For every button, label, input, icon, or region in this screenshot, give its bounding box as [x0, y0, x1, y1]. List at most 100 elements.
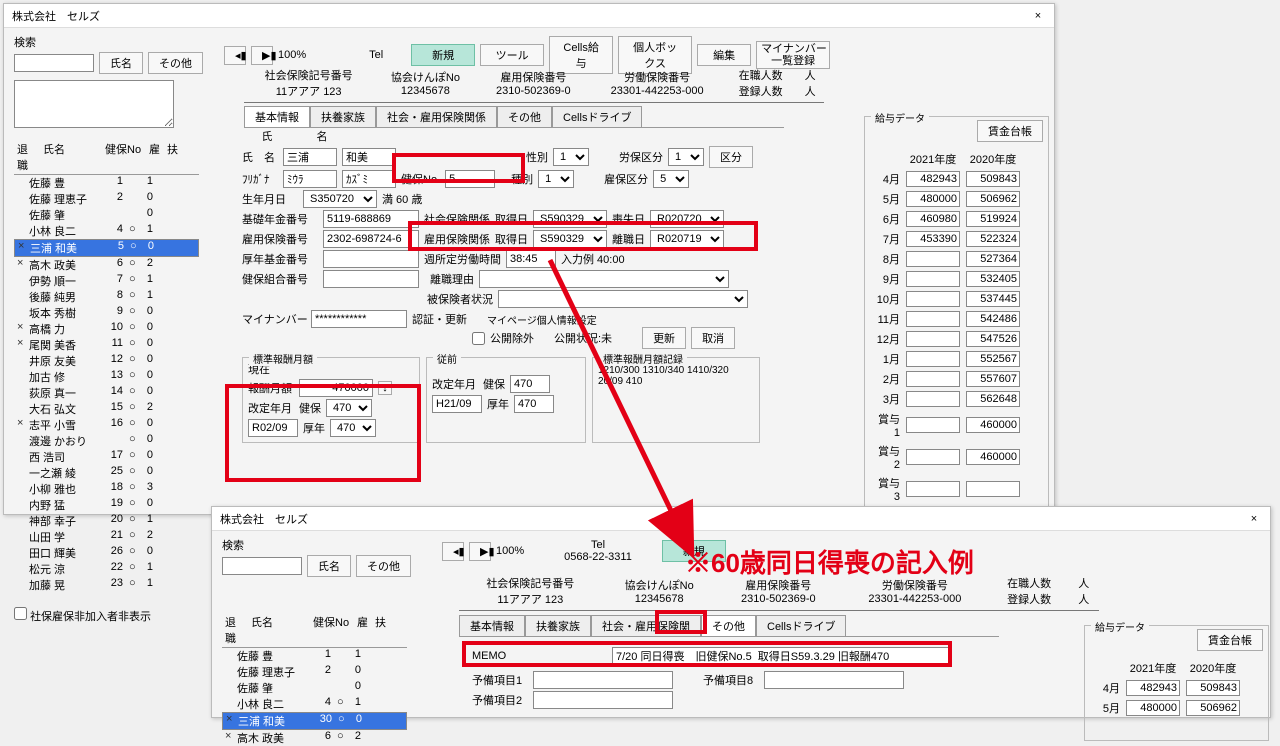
- tab-other[interactable]: その他: [497, 106, 552, 127]
- hist-lbl: 標準報酬月額記録: [599, 351, 687, 366]
- koho2-get-lbl: 取得日: [495, 231, 528, 247]
- hdr-c2l: 協会けんぽNo: [378, 69, 472, 85]
- pay-grid: 2021年度2020年度 4月5月6月7月8月9月10月11月12月1月2月3月…: [870, 148, 1024, 506]
- hdr-c1v: 11アアア 123: [249, 83, 368, 99]
- search-panel: 検索 氏名 その他: [14, 34, 214, 131]
- wageledger-btn[interactable]: 賃金台帳: [977, 120, 1043, 142]
- roho-lbl: 労保区分: [619, 149, 663, 165]
- hide-nonenrolled-lbl: 社保雇保非加入者非表示: [30, 611, 151, 623]
- search-other-btn-2[interactable]: その他: [356, 555, 411, 577]
- nav2-prev[interactable]: ▶▮: [469, 542, 491, 561]
- col-kenpo: 健保No: [102, 140, 146, 174]
- koho-sel[interactable]: 5: [653, 170, 689, 188]
- shaho-get[interactable]: S590329: [533, 210, 607, 228]
- search-name-btn-2[interactable]: 氏名: [307, 555, 351, 577]
- search-input[interactable]: [14, 54, 94, 72]
- cancel-btn[interactable]: 取消: [691, 327, 735, 349]
- employee-list-body-2[interactable]: 佐藤 豊11佐藤 理恵子20佐藤 肇0小林 良二4○1×三浦 和美30○0×高木…: [222, 648, 407, 746]
- tab-basic-2[interactable]: 基本情報: [459, 615, 525, 636]
- birth-input[interactable]: S350720: [303, 190, 377, 208]
- pkosen-v[interactable]: [514, 395, 554, 413]
- gkk-step[interactable]: ↓: [378, 381, 392, 395]
- hdr-c3l: 雇用保険番号: [483, 69, 585, 85]
- tel-label: Tel: [346, 49, 406, 61]
- pkenpo-v[interactable]: [510, 375, 550, 393]
- col-ret: 退職: [14, 140, 40, 174]
- tel-val-2: 0568-22-3311: [564, 551, 632, 563]
- tab-social[interactable]: 社会・雇用保険関係: [376, 106, 497, 127]
- roho-sel[interactable]: 1: [668, 148, 704, 166]
- hours-input[interactable]: [506, 250, 556, 268]
- kubun-btn[interactable]: 区分: [709, 146, 753, 168]
- hdr-c5l2: 登録人数: [730, 83, 791, 99]
- syubetsu-lbl: 種別: [511, 171, 533, 187]
- koyo-lbl: 雇用保険番号: [242, 231, 318, 247]
- mei-input[interactable]: [342, 148, 396, 166]
- tool-btn[interactable]: ツール: [480, 44, 544, 66]
- close-icon-2[interactable]: ×: [1246, 513, 1262, 525]
- hours-ex: 入力例 40:00: [561, 251, 625, 267]
- nav2-prevf[interactable]: ◂▮: [442, 542, 464, 561]
- search-input-2[interactable]: [222, 557, 302, 575]
- nav-prev[interactable]: ▶▮: [251, 46, 273, 65]
- kiso-input[interactable]: [323, 210, 419, 228]
- p1-lbl: 予備項目1: [472, 672, 528, 688]
- exclude-chk[interactable]: [472, 332, 485, 345]
- p1-input[interactable]: [533, 671, 673, 689]
- col-emp: 雇: [146, 140, 164, 174]
- seibetsu-sel[interactable]: 1: [553, 148, 589, 166]
- kosen-sel[interactable]: 470: [330, 419, 376, 437]
- sei-input[interactable]: [283, 148, 337, 166]
- tab-dependents-2[interactable]: 扶養家族: [525, 615, 591, 636]
- app-title-2: 株式会社 セルズ: [220, 511, 308, 527]
- kana-lbl: ﾌﾘｶﾞﾅ: [242, 171, 278, 187]
- p8-input[interactable]: [764, 671, 904, 689]
- search-memo[interactable]: [14, 80, 174, 128]
- tab-drive[interactable]: Cellsドライブ: [552, 106, 642, 127]
- syubetsu-sel[interactable]: 1: [538, 170, 574, 188]
- kana1-input[interactable]: [283, 170, 337, 188]
- tab-other-2[interactable]: その他: [701, 615, 756, 636]
- shaho-lose[interactable]: R020720: [650, 210, 724, 228]
- kenpo-slbl: 健保: [299, 400, 321, 416]
- update-btn[interactable]: 更新: [642, 327, 686, 349]
- search-other-btn[interactable]: その他: [148, 52, 203, 74]
- pay-title: 給与データ: [871, 110, 929, 125]
- mynumber-btn[interactable]: マイナンバー 一覧登録: [756, 41, 830, 69]
- nav-prev-far[interactable]: ◂▮: [224, 46, 246, 65]
- koho2-leave[interactable]: R020719: [650, 230, 724, 248]
- titlebar-1: 株式会社 セルズ ×: [4, 4, 1054, 28]
- kenpo-input[interactable]: [445, 170, 495, 188]
- search-name-btn[interactable]: 氏名: [99, 52, 143, 74]
- kosen-input[interactable]: [323, 250, 419, 268]
- sal-hist-group: 標準報酬月額記録 1210/300 1310/340 1410/320 20/0…: [592, 357, 760, 443]
- gkk-input[interactable]: [299, 379, 373, 397]
- kenkumi-input[interactable]: [323, 270, 419, 288]
- kana2-input[interactable]: [342, 170, 396, 188]
- hihoken-sel[interactable]: [498, 290, 748, 308]
- memo-input[interactable]: [612, 647, 952, 665]
- search-panel-2: 検索 氏名 その他: [222, 537, 422, 579]
- tab-drive-2[interactable]: Cellsドライブ: [756, 615, 846, 636]
- tab-social-2[interactable]: 社会・雇用保険関: [591, 615, 701, 636]
- koyo-input[interactable]: [323, 230, 419, 248]
- wageledger-btn-2[interactable]: 賃金台帳: [1197, 629, 1263, 651]
- edit-btn[interactable]: 編集: [697, 44, 751, 66]
- employee-list-body[interactable]: 佐藤 豊11佐藤 理恵子20佐藤 肇0小林 良二4○1×三浦 和美5○0×高木 …: [14, 175, 199, 593]
- titlebar-2: 株式会社 セルズ ×: [212, 507, 1270, 531]
- prev-lbl: 従前: [433, 351, 461, 366]
- pkaitei-lbl: 改定年月: [432, 376, 478, 392]
- new-btn[interactable]: 新規: [411, 44, 475, 66]
- close-icon[interactable]: ×: [1030, 10, 1046, 22]
- koho2-get[interactable]: S590329: [533, 230, 607, 248]
- zoom-level: 100%: [278, 49, 306, 61]
- pkaitei-v[interactable]: [432, 395, 482, 413]
- kenpo-sel[interactable]: 470: [326, 399, 372, 417]
- tab-basic[interactable]: 基本情報: [244, 106, 310, 127]
- tab-dependents[interactable]: 扶養家族: [310, 106, 376, 127]
- p2-input[interactable]: [533, 691, 673, 709]
- rishoku-sel[interactable]: [479, 270, 729, 288]
- hide-nonenrolled-chk[interactable]: [14, 607, 27, 620]
- mynum-input[interactable]: [311, 310, 407, 328]
- kaitei-input[interactable]: [248, 419, 298, 437]
